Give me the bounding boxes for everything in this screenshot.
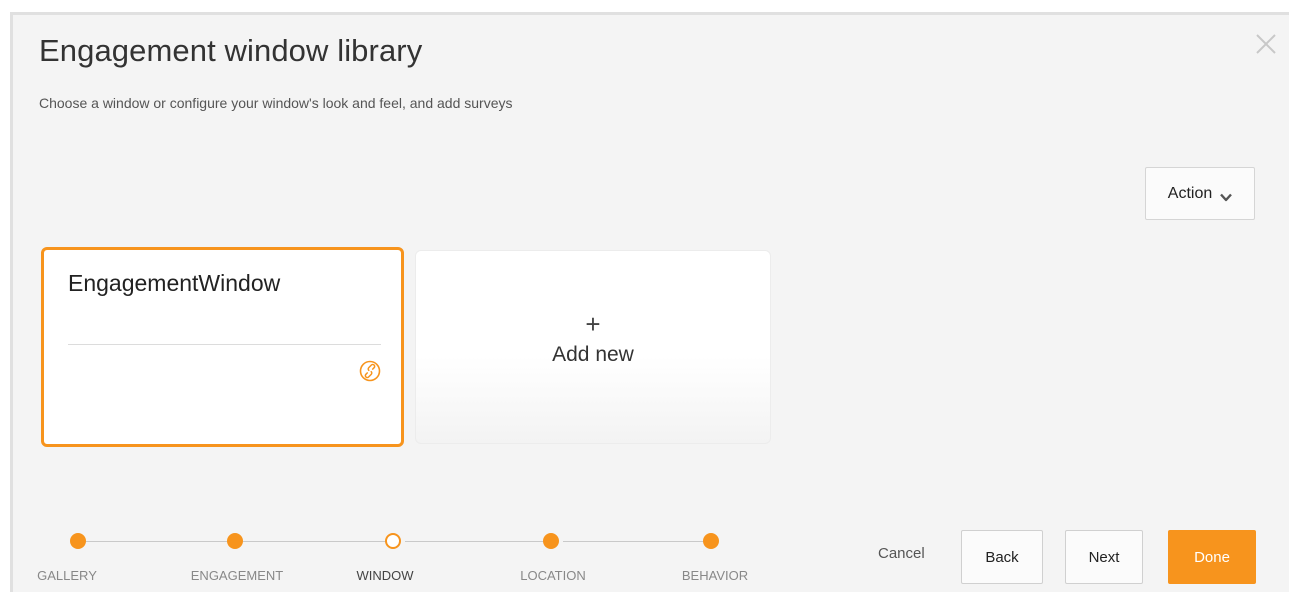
window-card-name: EngagementWindow xyxy=(68,270,281,296)
wizard-stepper: GALLERY ENGAGEMENT WINDOW LOCATION BEHAV… xyxy=(13,520,813,595)
step-connector xyxy=(83,541,231,542)
back-button[interactable]: Back xyxy=(961,530,1043,584)
step-connector xyxy=(243,541,393,542)
step-label-gallery[interactable]: GALLERY xyxy=(37,568,97,583)
action-dropdown-button[interactable]: Action xyxy=(1145,167,1255,220)
dialog-title: Engagement window library xyxy=(39,33,423,68)
step-label-behavior[interactable]: BEHAVIOR xyxy=(682,568,748,583)
step-label-engagement[interactable]: ENGAGEMENT xyxy=(191,568,283,583)
step-connector xyxy=(405,541,551,542)
step-dot-location[interactable] xyxy=(543,533,559,549)
step-label-window[interactable]: WINDOW xyxy=(356,568,413,583)
engagement-window-library-dialog: Engagement window library Choose a windo… xyxy=(10,12,1289,592)
chevron-down-icon xyxy=(1220,189,1233,202)
plus-icon: + xyxy=(585,309,601,339)
done-button[interactable]: Done xyxy=(1168,530,1256,584)
step-dot-behavior[interactable] xyxy=(703,533,719,549)
step-label-location[interactable]: LOCATION xyxy=(520,568,586,583)
step-dot-engagement[interactable] xyxy=(227,533,243,549)
dialog-subtitle: Choose a window or configure your window… xyxy=(39,95,513,111)
card-divider xyxy=(68,344,381,345)
step-dot-window[interactable] xyxy=(385,533,401,549)
step-connector xyxy=(563,541,713,542)
close-icon[interactable] xyxy=(1253,31,1279,57)
cancel-link[interactable]: Cancel xyxy=(878,545,925,562)
step-dot-gallery[interactable] xyxy=(70,533,86,549)
action-button-label: Action xyxy=(1167,184,1213,202)
add-new-label: Add new xyxy=(552,343,634,366)
add-new-window-card[interactable]: + Add new xyxy=(415,250,771,444)
next-button[interactable]: Next xyxy=(1065,530,1143,584)
window-card-engagementwindow[interactable]: EngagementWindow xyxy=(41,247,404,447)
link-icon[interactable] xyxy=(359,360,381,382)
